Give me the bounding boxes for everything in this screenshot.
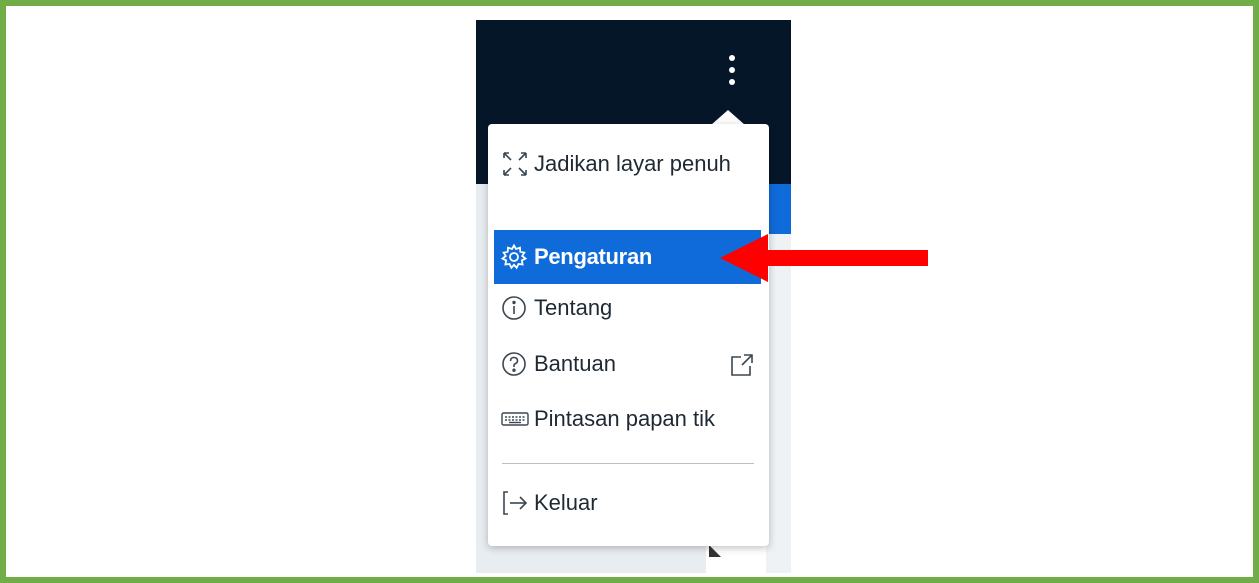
fullscreen-icon	[494, 146, 534, 182]
menu-item-logout[interactable]: Keluar	[494, 485, 761, 521]
menu-item-fullscreen[interactable]: Jadikan layar penuh	[494, 146, 761, 182]
external-link-icon	[729, 352, 755, 378]
red-pointer-arrow-icon	[716, 230, 930, 286]
dropdown-menu: Jadikan layar penuh Pengaturan Tentang B…	[488, 124, 769, 546]
menu-item-label: Pintasan papan tik	[534, 406, 716, 431]
info-icon	[494, 290, 534, 326]
menu-item-label: Keluar	[534, 490, 598, 515]
menu-item-label: Jadikan layar penuh	[534, 151, 731, 176]
logout-icon	[494, 485, 534, 521]
menu-item-label: Tentang	[534, 295, 613, 320]
help-icon	[494, 346, 534, 382]
menu-item-about[interactable]: Tentang	[494, 290, 761, 326]
menu-item-label: Bantuan	[534, 351, 616, 376]
menu-caret	[711, 110, 745, 125]
menu-divider	[502, 463, 754, 464]
gear-icon	[494, 239, 534, 275]
menu-item-help[interactable]: Bantuan	[494, 346, 761, 382]
resize-corner-icon	[709, 545, 721, 557]
kebab-menu-icon[interactable]	[723, 52, 741, 88]
keyboard-icon	[494, 401, 534, 437]
menu-item-keyboard-shortcuts[interactable]: Pintasan papan tik	[494, 401, 761, 437]
